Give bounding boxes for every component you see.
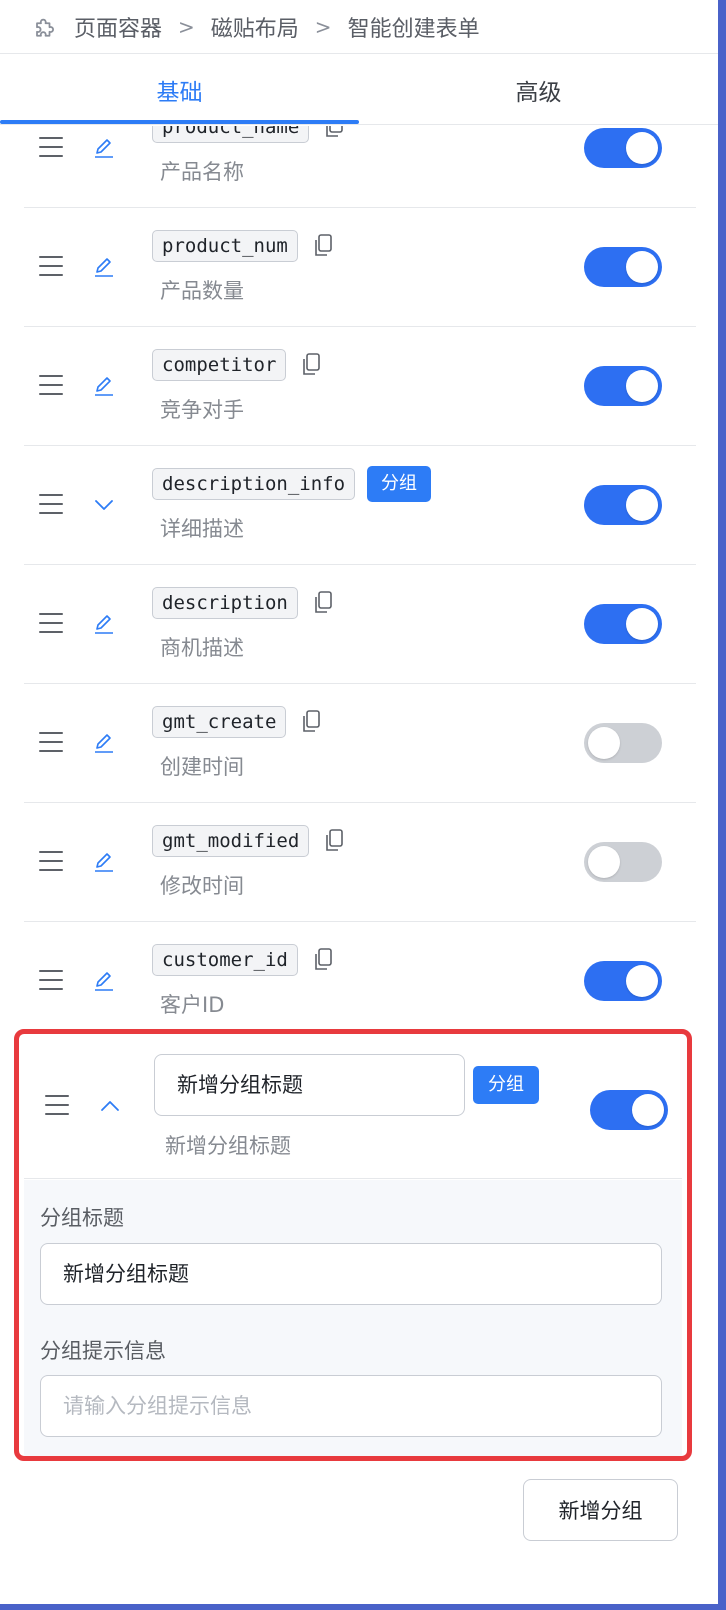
field-code: customer_id [152,944,298,976]
field-row: customer_id 客户ID [24,921,696,1041]
drag-handle-icon[interactable] [45,1095,69,1117]
field-row: gmt_create 创建时间 [24,683,696,803]
tab-bar: 基础 高级 [0,55,718,125]
group-title-inline-input[interactable]: 新增分组标题 [154,1054,465,1116]
group-toggle[interactable] [590,1090,668,1130]
field-row: product_name 产品名称 [24,126,696,208]
copy-icon[interactable] [312,947,334,973]
field-label: 创建时间 [160,755,244,779]
copy-icon[interactable] [312,590,334,616]
group-badge: 分组 [367,466,432,502]
puzzle-icon [36,18,54,37]
group-label: 新增分组标题 [165,1134,291,1158]
copy-icon[interactable] [300,709,322,735]
group-title-field[interactable]: 新增分组标题 [40,1243,662,1305]
field-row: description 商机描述 [24,564,696,684]
edit-icon[interactable] [92,850,116,874]
field-row: product_num 产品数量 [24,207,696,327]
field-toggle[interactable] [584,722,662,763]
field-toggle[interactable] [584,841,662,882]
toggle-knob [626,965,658,997]
chevron-down-icon[interactable] [92,493,116,517]
field-toggle[interactable] [584,961,662,1001]
field-label: 产品名称 [160,160,244,184]
toggle-knob [626,369,658,402]
drag-handle-icon[interactable] [39,136,63,159]
drag-handle-icon[interactable] [39,850,63,873]
app-frame: 页面容器 > 磁贴布局 > 智能创建表单 基础 高级 product_name … [0,0,726,1610]
field-code: gmt_modified [152,825,310,857]
breadcrumb-item-tile-layout[interactable]: 磁贴布局 [211,11,299,43]
field-code: competitor [152,349,287,381]
field-toggle[interactable] [584,127,662,168]
new-group-card: 新增分组标题 分组 新增分组标题 分组标题 新增分组标题 分组提示信息 请输入分… [14,1029,692,1461]
copy-icon[interactable] [312,233,334,259]
breadcrumb-item-smart-form: 智能创建表单 [347,16,480,42]
toggle-knob [626,131,658,164]
group-settings: 分组标题 新增分组标题 分组提示信息 请输入分组提示信息 [24,1180,682,1456]
drag-handle-icon[interactable] [39,493,63,516]
copy-icon[interactable] [300,352,322,378]
field-label: 详细描述 [160,517,244,541]
field-code: product_num [152,230,298,262]
window-edge [718,0,726,1610]
group-badge: 分组 [473,1066,539,1104]
edit-icon[interactable] [92,255,116,279]
toggle-knob [588,726,620,759]
window-edge-bottom [0,1604,726,1610]
edit-icon[interactable] [92,731,116,755]
field-row: gmt_modified 修改时间 [24,802,696,922]
toggle-knob [626,250,658,283]
field-toggle[interactable] [584,603,662,644]
group-hint-label: 分组提示信息 [40,1339,166,1363]
toggle-knob [626,488,658,521]
toggle-knob [588,845,620,878]
edit-icon[interactable] [92,136,116,160]
copy-icon[interactable] [323,126,345,140]
breadcrumb: 页面容器 > 磁贴布局 > 智能创建表单 [0,0,718,54]
copy-icon[interactable] [323,828,345,854]
toggle-knob [632,1094,664,1126]
toggle-knob [626,607,658,640]
drag-handle-icon[interactable] [39,970,63,992]
field-label: 客户ID [160,993,225,1017]
active-tab-indicator [0,120,359,124]
field-code: description [152,587,298,619]
form-panel: 页面容器 > 磁贴布局 > 智能创建表单 基础 高级 product_name … [0,0,718,1604]
field-code: gmt_create [152,706,287,738]
breadcrumb-item-page-container[interactable]: 页面容器 [74,11,162,43]
drag-handle-icon[interactable] [39,731,63,754]
chevron-up-icon[interactable] [98,1094,122,1118]
group-hint-field[interactable]: 请输入分组提示信息 [40,1375,662,1437]
field-label: 修改时间 [160,874,244,898]
edit-icon[interactable] [92,969,116,993]
breadcrumb-separator: > [314,14,332,39]
group-title-label: 分组标题 [40,1206,124,1230]
field-toggle[interactable] [584,484,662,525]
tab-advanced[interactable]: 高级 [359,55,718,125]
breadcrumb-separator: > [178,14,195,39]
field-code: product_name [152,126,310,143]
add-group-button[interactable]: 新增分组 [523,1479,678,1541]
field-label: 竞争对手 [160,398,244,422]
field-label: 商机描述 [160,636,244,660]
field-row: competitor 竞争对手 [24,326,696,446]
drag-handle-icon[interactable] [39,374,63,397]
field-code: description_info [152,468,356,500]
field-group-row: description_info 分组 详细描述 [24,445,696,565]
field-toggle[interactable] [584,246,662,287]
drag-handle-icon[interactable] [39,612,63,635]
field-toggle[interactable] [584,365,662,406]
edit-icon[interactable] [92,612,116,636]
tab-basic[interactable]: 基础 [0,55,359,125]
new-group-header: 新增分组标题 分组 新增分组标题 [24,1034,682,1179]
drag-handle-icon[interactable] [39,255,63,278]
field-label: 产品数量 [160,279,244,303]
edit-icon[interactable] [92,374,116,398]
